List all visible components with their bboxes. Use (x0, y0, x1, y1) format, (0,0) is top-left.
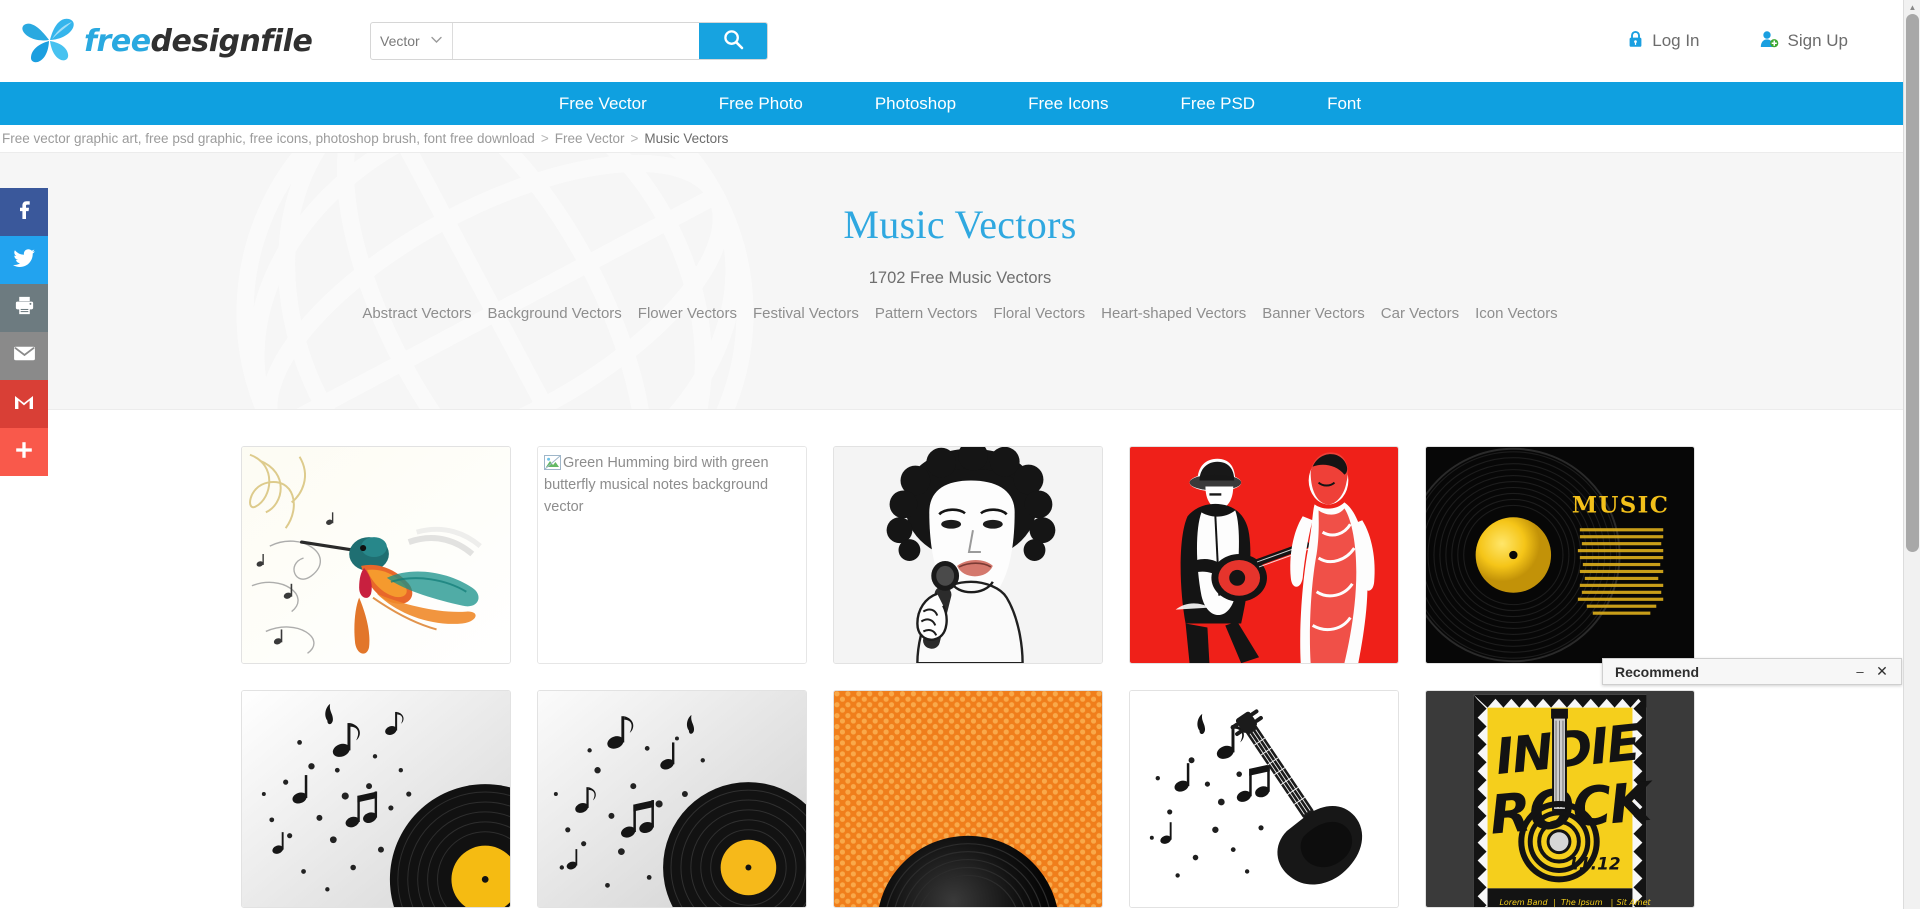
share-facebook-button[interactable] (0, 188, 48, 236)
category-tag-pattern[interactable]: Pattern Vectors (867, 305, 986, 322)
plus-icon (13, 439, 35, 466)
svg-text:The Ipsum: The Ipsum (1561, 898, 1603, 907)
nav-item-free-icons[interactable]: Free Icons (992, 82, 1144, 125)
main-navigation: Free Vector Free Photo Photoshop Free Ic… (0, 82, 1920, 125)
breadcrumb-free-vector[interactable]: Free Vector (555, 131, 625, 146)
site-header: freedesignfile Vector Log In Sign Up (0, 0, 1920, 82)
hero-content: Music Vectors 1702 Free Music Vectors Ab… (0, 153, 1920, 322)
share-email-button[interactable] (0, 332, 48, 380)
svg-text:Lorem Band: Lorem Band (1499, 898, 1548, 907)
breadcrumb-separator-2: > (630, 131, 639, 146)
logo-word-free: free (84, 23, 151, 59)
gallery-item[interactable] (241, 690, 511, 908)
nav-item-font[interactable]: Font (1291, 82, 1397, 125)
search-button[interactable] (699, 23, 767, 59)
breadcrumb-separator-1: > (540, 131, 549, 146)
scrollbar-thumb[interactable] (1906, 14, 1919, 552)
svg-text:|: | (1553, 898, 1556, 907)
twitter-icon (12, 245, 37, 275)
thumbnail-hummingbird (242, 447, 510, 663)
category-tag-flower[interactable]: Flower Vectors (630, 305, 745, 322)
gmail-icon (12, 390, 36, 419)
signup-link[interactable]: Sign Up (1760, 30, 1848, 53)
social-share-sidebar (0, 188, 48, 476)
category-tag-background[interactable]: Background Vectors (480, 305, 630, 322)
signup-label: Sign Up (1787, 31, 1848, 50)
search-category-wrapper: Vector (371, 23, 453, 59)
category-tag-car[interactable]: Car Vectors (1373, 305, 1467, 322)
broken-image-alt-text: Green Humming bird with green butterfly … (544, 455, 769, 515)
category-tag-abstract[interactable]: Abstract Vectors (354, 305, 479, 322)
hero-section: Music Vectors 1702 Free Music Vectors Ab… (0, 153, 1920, 410)
breadcrumb-home[interactable]: Free vector graphic art, free psd graphi… (2, 131, 535, 146)
site-logo[interactable]: freedesignfile (22, 11, 313, 71)
gallery-item[interactable]: INDIE ROCK 11.12 Lorem Band | The Ipsum … (1425, 690, 1695, 908)
lock-icon (1628, 30, 1643, 53)
gallery-grid: Green Humming bird with green butterfly … (241, 446, 1695, 908)
thumbnail-jazz-duo (1130, 447, 1398, 663)
butterfly-logo-icon (22, 15, 80, 67)
gallery-item[interactable] (1129, 446, 1399, 664)
thumbnail-music-vinyl: MUSIC (1426, 447, 1694, 663)
svg-text:Sit Amet: Sit Amet (1617, 898, 1652, 907)
nav-item-free-vector[interactable]: Free Vector (523, 82, 683, 125)
gallery-item[interactable] (833, 446, 1103, 664)
category-tag-festival[interactable]: Festival Vectors (745, 305, 867, 322)
breadcrumb: Free vector graphic art, free psd graphi… (0, 125, 1920, 153)
envelope-icon (12, 341, 37, 371)
scrollbar-up-arrow[interactable]: ▲ (1904, 0, 1920, 14)
page-root: freedesignfile Vector Log In Sign Up Fre… (0, 0, 1920, 909)
category-tag-floral[interactable]: Floral Vectors (985, 305, 1093, 322)
page-scrollbar[interactable]: ▲ (1903, 0, 1920, 909)
related-category-list: Abstract Vectors Background Vectors Flow… (0, 305, 1920, 322)
broken-image-icon (544, 455, 561, 470)
thumbnail-orange-halftone (834, 691, 1102, 907)
gallery-item[interactable] (537, 690, 807, 908)
breadcrumb-current[interactable]: Music Vectors (644, 131, 728, 146)
share-more-button[interactable] (0, 428, 48, 476)
logo-word-design: design (150, 23, 261, 59)
broken-image-placeholder: Green Humming bird with green butterfly … (538, 447, 806, 663)
search-bar: Vector (370, 22, 768, 60)
nav-item-free-photo[interactable]: Free Photo (683, 82, 839, 125)
svg-text:|: | (1611, 898, 1614, 907)
page-title: Music Vectors (843, 202, 1077, 247)
share-gmail-button[interactable] (0, 380, 48, 428)
poster-date: 11.12 (1567, 853, 1620, 873)
music-poster-word: MUSIC (1572, 492, 1669, 518)
header-account-area: Log In Sign Up (1628, 30, 1920, 53)
category-tag-banner[interactable]: Banner Vectors (1254, 305, 1373, 322)
gallery-item[interactable] (833, 690, 1103, 908)
search-input[interactable] (453, 23, 699, 59)
thumbnail-singer (834, 447, 1102, 663)
gallery-item[interactable] (241, 446, 511, 664)
gallery-item[interactable]: MUSIC (1425, 446, 1695, 664)
gallery-item[interactable]: Green Humming bird with green butterfly … (537, 446, 807, 664)
nav-item-photoshop[interactable]: Photoshop (839, 82, 992, 125)
thumbnail-notes-vinyl-a (242, 691, 510, 907)
recommend-close-button[interactable]: ✕ (1871, 661, 1893, 683)
user-add-icon (1760, 30, 1779, 53)
gallery-item[interactable] (1129, 690, 1399, 908)
search-category-select[interactable]: Vector (371, 23, 453, 59)
result-count: 1702 Free Music Vectors (868, 269, 1052, 287)
search-icon (723, 29, 744, 53)
login-label: Log In (1652, 31, 1700, 50)
share-twitter-button[interactable] (0, 236, 48, 284)
nav-item-free-psd[interactable]: Free PSD (1144, 82, 1291, 125)
recommend-widget-title: Recommend (1615, 663, 1700, 680)
category-tag-icon[interactable]: Icon Vectors (1467, 305, 1566, 322)
recommend-minimize-button[interactable]: – (1849, 661, 1871, 683)
thumbnail-indie-rock-poster: INDIE ROCK 11.12 Lorem Band | The Ipsum … (1426, 691, 1694, 907)
recommend-widget: Recommend – ✕ (1602, 658, 1902, 685)
site-logo-text: freedesignfile (84, 23, 313, 59)
logo-word-file: file (260, 23, 313, 59)
share-print-button[interactable] (0, 284, 48, 332)
printer-icon (13, 294, 36, 322)
category-tag-heart-shaped[interactable]: Heart-shaped Vectors (1093, 305, 1254, 322)
thumbnail-notes-vinyl-b (538, 691, 806, 907)
login-link[interactable]: Log In (1628, 30, 1700, 53)
facebook-icon (12, 198, 36, 227)
thumbnail-guitar-notes (1130, 691, 1398, 907)
